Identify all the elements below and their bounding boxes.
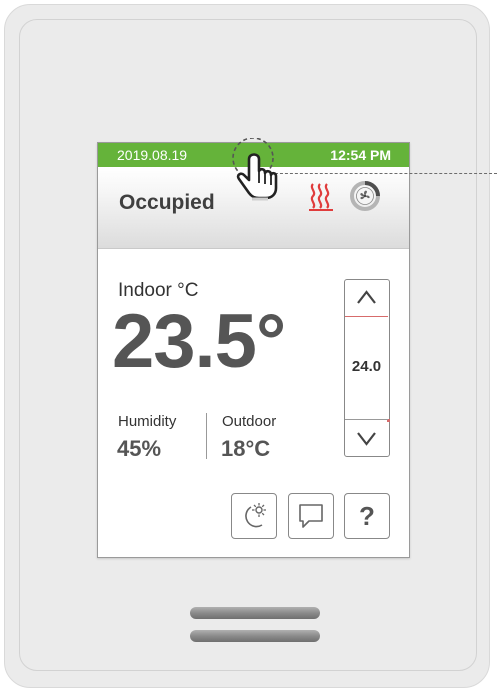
- status-date: 2019.08.19: [117, 147, 188, 163]
- indoor-temperature: 23.5°: [112, 299, 286, 384]
- help-button[interactable]: ?: [344, 493, 390, 539]
- setpoint-up-button[interactable]: [345, 280, 388, 317]
- question-icon: ?: [359, 501, 375, 531]
- moon-sun-icon: [245, 503, 266, 528]
- occupancy-status[interactable]: Occupied: [119, 191, 215, 215]
- speech-bubble-icon: [299, 504, 323, 528]
- setpoint-value: 24.0: [351, 358, 382, 375]
- hand-pointer-icon: [232, 138, 278, 201]
- chevron-up-icon: [357, 290, 376, 304]
- humidity-label: Humidity: [118, 413, 177, 430]
- heating-waves-icon: [309, 183, 333, 211]
- setpoint-down-button[interactable]: [345, 419, 388, 456]
- messages-button[interactable]: [288, 493, 334, 539]
- fan-icon[interactable]: [350, 181, 380, 211]
- humidity-value: 45%: [117, 436, 162, 461]
- callout-line: [270, 173, 497, 174]
- vent-slot-lower: [190, 630, 320, 642]
- outdoor-value: 18°C: [221, 436, 271, 461]
- outdoor-label: Outdoor: [222, 413, 277, 430]
- setpoint-control: 24.0: [344, 279, 390, 457]
- info-divider: [206, 413, 207, 459]
- chevron-down-icon: [357, 432, 376, 446]
- vent-slot-upper: [190, 607, 320, 619]
- night-mode-button[interactable]: [231, 493, 277, 539]
- status-time: 12:54 PM: [330, 147, 391, 163]
